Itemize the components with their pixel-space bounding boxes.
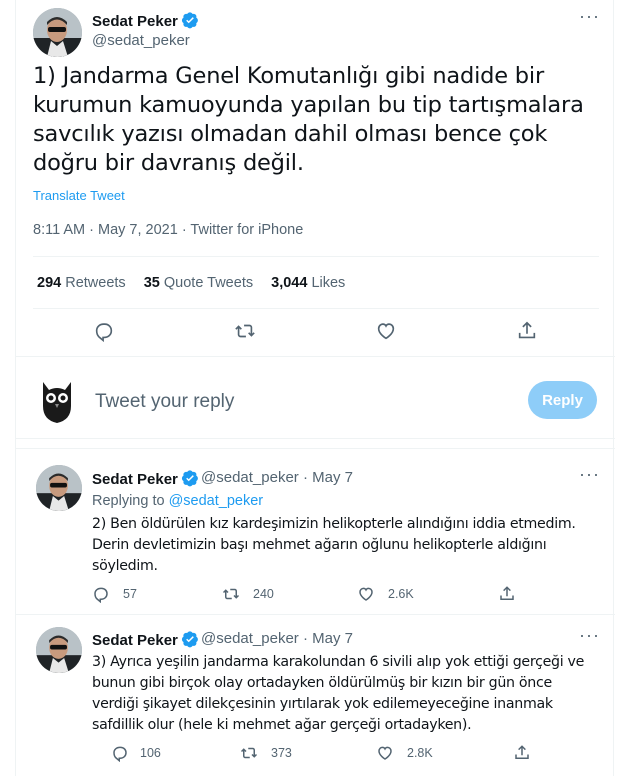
share-icon[interactable] xyxy=(498,585,516,603)
retweet-icon[interactable] xyxy=(222,585,240,603)
tweet-stats: 294 Retweets 35 Quote Tweets 3,044 Likes xyxy=(37,275,345,291)
reply-author-handle[interactable]: @sedat_peker · May 7 xyxy=(201,469,353,486)
reply-avatar[interactable] xyxy=(36,465,82,511)
more-icon[interactable]: ··· xyxy=(579,625,600,646)
reply-icon[interactable] xyxy=(92,585,110,603)
divider xyxy=(16,614,615,615)
more-icon[interactable]: ··· xyxy=(579,464,600,485)
translate-link[interactable]: Translate Tweet xyxy=(33,188,125,203)
timeline-column: Sedat Peker @sedat_peker ··· 1) Jandarma… xyxy=(15,0,615,776)
more-icon[interactable]: ··· xyxy=(579,6,600,27)
retweet-count: 373 xyxy=(271,746,292,760)
quotes-stat[interactable]: 35 Quote Tweets xyxy=(144,275,253,291)
likes-stat[interactable]: 3,044 Likes xyxy=(271,275,345,291)
like-icon[interactable] xyxy=(376,744,394,762)
reply-icon[interactable] xyxy=(93,320,115,342)
like-count: 2.6K xyxy=(388,587,414,601)
author-name[interactable]: Sedat Peker xyxy=(92,11,199,30)
reply-button[interactable]: Reply xyxy=(528,381,597,419)
like-count: 2.8K xyxy=(407,746,433,760)
verified-badge-icon xyxy=(181,12,198,29)
replying-to: Replying to @sedat_peker xyxy=(92,493,264,509)
tweet-text: 1) Jandarma Genel Komutanlığı gibi nadid… xyxy=(33,63,584,176)
tweet-meta[interactable]: 8:11 AM · May 7, 2021 · Twitter for iPho… xyxy=(33,222,303,238)
author-name-text[interactable]: Sedat Peker xyxy=(92,13,178,30)
reply-icon[interactable] xyxy=(111,744,129,762)
share-icon[interactable] xyxy=(516,320,538,342)
reply-author-name[interactable]: Sedat Peker xyxy=(92,630,199,649)
divider xyxy=(33,256,599,257)
like-icon[interactable] xyxy=(357,585,375,603)
reply-avatar[interactable] xyxy=(36,627,82,673)
reply-author-name[interactable]: Sedat Peker xyxy=(92,469,199,488)
like-icon[interactable] xyxy=(375,320,397,342)
divider xyxy=(16,438,615,439)
retweet-count: 240 xyxy=(253,587,274,601)
share-icon[interactable] xyxy=(513,744,531,762)
reply-input[interactable]: Tweet your reply xyxy=(95,391,234,413)
reply-text: 2) Ben öldürülen kız kardeşimizin heliko… xyxy=(92,516,576,574)
owl-avatar-icon xyxy=(33,376,82,425)
retweet-icon[interactable] xyxy=(240,744,258,762)
reply-text: 3) Ayrıca yeşilin jandarma karakolundan … xyxy=(92,654,585,733)
replying-to-link[interactable]: @sedat_peker xyxy=(169,493,264,509)
verified-badge-icon xyxy=(181,631,198,648)
retweets-stat[interactable]: 294 Retweets xyxy=(37,275,126,291)
divider xyxy=(16,356,615,357)
divider xyxy=(16,448,615,449)
divider xyxy=(33,308,599,309)
reply-count: 106 xyxy=(140,746,161,760)
reply-count: 57 xyxy=(123,587,137,601)
retweet-icon[interactable] xyxy=(234,320,256,342)
verified-badge-icon xyxy=(181,470,198,487)
author-handle[interactable]: @sedat_peker xyxy=(92,32,190,49)
author-avatar[interactable] xyxy=(33,8,82,57)
reply-author-handle[interactable]: @sedat_peker · May 7 xyxy=(201,630,353,647)
